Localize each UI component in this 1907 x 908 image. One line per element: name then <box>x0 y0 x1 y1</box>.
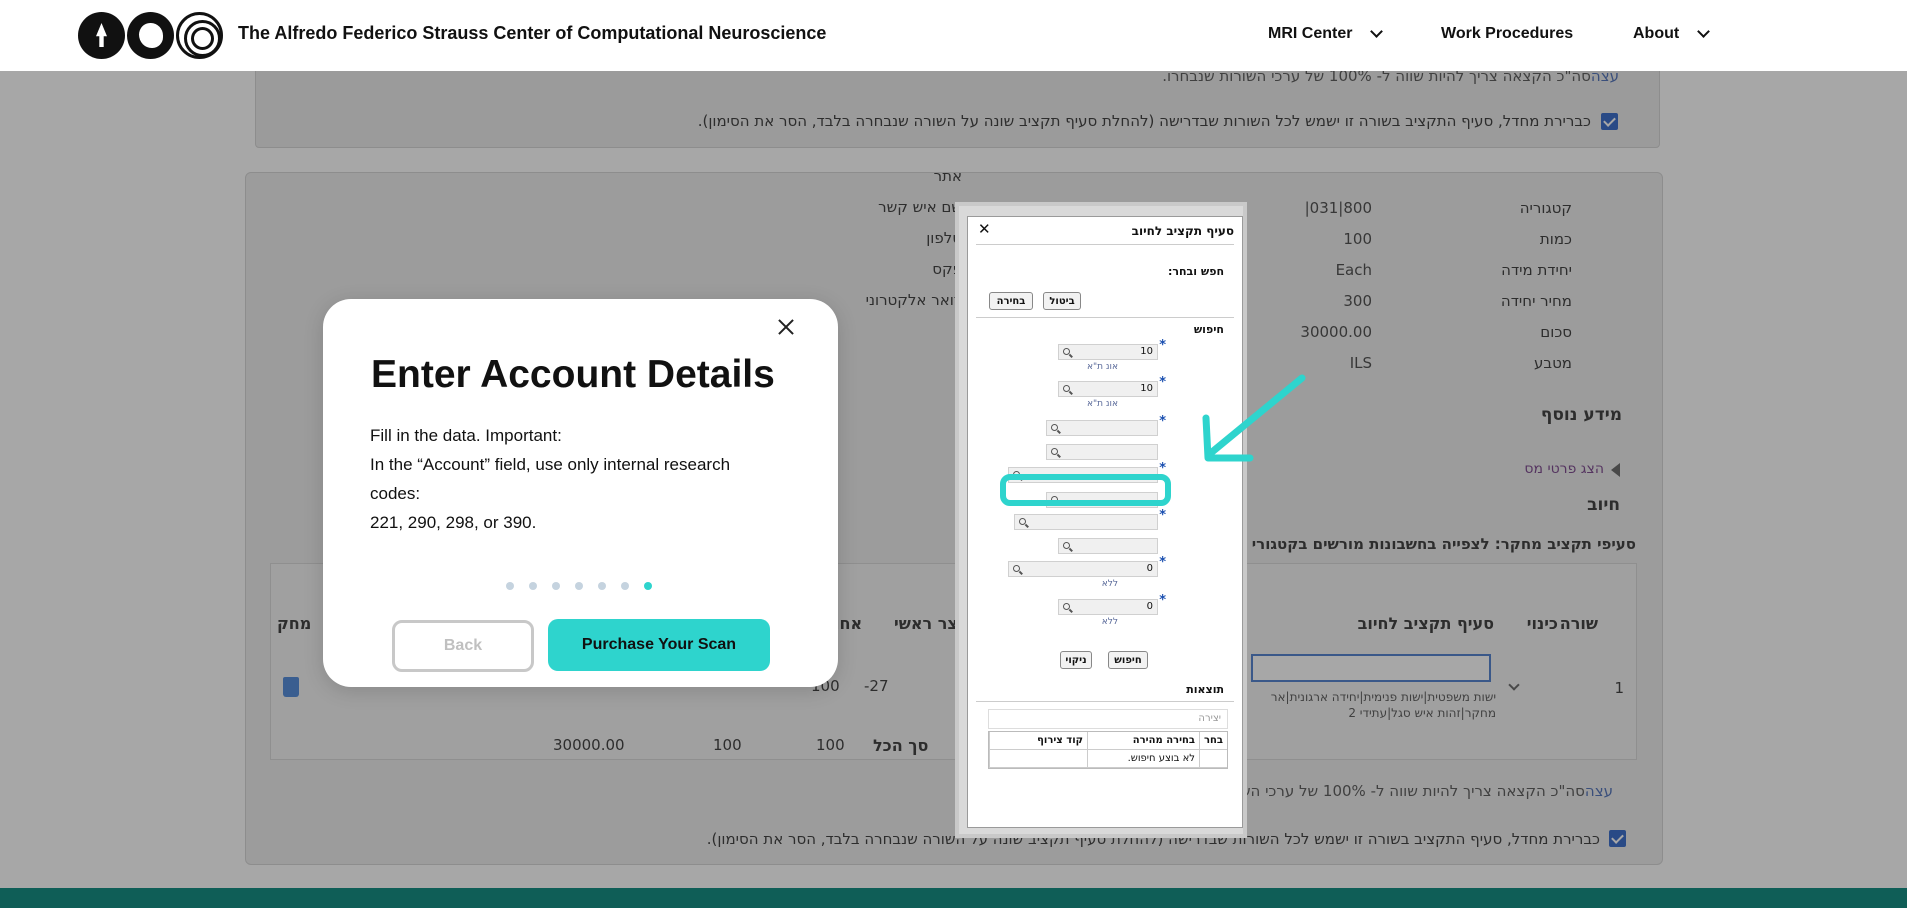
required-asterisk: * <box>1159 593 1166 608</box>
shot-field-input: 10 <box>1058 381 1158 397</box>
shot-field-input <box>1014 514 1158 530</box>
results-heading: תוצאות <box>1186 683 1224 696</box>
modal-line-2: In the “Account” field, use only interna… <box>370 455 731 503</box>
shot-field-input <box>1046 444 1158 460</box>
back-button[interactable]: Back <box>392 620 534 672</box>
step-dot[interactable] <box>552 582 560 590</box>
step-dot[interactable] <box>598 582 606 590</box>
dialog-title: סעיף תקציב לחיוב <box>1131 224 1234 238</box>
step-dot[interactable] <box>529 582 537 590</box>
shot-field-input: 0 <box>1058 599 1158 615</box>
shot-field-input: 10 <box>1058 344 1158 360</box>
purchase-scan-button[interactable]: Purchase Your Scan <box>548 619 770 671</box>
shot-field-input <box>1058 538 1158 554</box>
arrow-icon <box>1202 374 1306 462</box>
nav-mri-center[interactable]: MRI Center <box>1268 25 1384 43</box>
step-dot[interactable] <box>621 582 629 590</box>
shot-field-sub: אונ ת"א <box>1086 399 1118 409</box>
create-toolbar: יצירה <box>988 709 1228 729</box>
modal-line-1: Fill in the data. Important: <box>370 426 562 445</box>
cancel-button-shot: ביטול <box>1043 292 1081 310</box>
required-asterisk: * <box>1159 555 1166 570</box>
shot-field-sub: אונ ת"א <box>1086 362 1118 372</box>
required-asterisk: * <box>1159 508 1166 523</box>
results-table: בחר בחירה מהירה קוד צירוף לא בוצע חיפוש. <box>988 731 1228 769</box>
search-icon <box>1063 542 1070 549</box>
shot-field-input <box>1046 420 1158 436</box>
search-heading: חיפוש <box>1193 323 1224 336</box>
required-asterisk: * <box>1159 414 1166 429</box>
nav-work-procedures[interactable]: Work Procedures <box>1441 25 1573 43</box>
account-field-highlight <box>1000 474 1171 506</box>
search-select-label: חפש ובחר: <box>1167 265 1224 278</box>
search-icon <box>1063 348 1070 355</box>
modal-backdrop <box>0 71 1907 888</box>
site-header: The Alfredo Federico Strauss Center of C… <box>0 0 1907 71</box>
tutorial-screenshot: ✕ סעיף תקציב לחיוב חפש ובחר: ביטול בחירה… <box>955 202 1247 838</box>
modal-body: Fill in the data. Important: In the “Acc… <box>370 421 750 537</box>
search-button-shot: חיפוש <box>1108 651 1148 669</box>
search-icon <box>1013 565 1020 572</box>
required-asterisk: * <box>1159 338 1166 353</box>
select-button-shot: בחירה <box>989 292 1033 310</box>
shot-field-input: 0 <box>1008 561 1158 577</box>
site-title[interactable]: The Alfredo Federico Strauss Center of C… <box>238 23 826 44</box>
shot-field-sub: ללא <box>1101 617 1118 627</box>
nav-about[interactable]: About <box>1633 25 1711 43</box>
modal-title: Enter Account Details <box>371 353 775 396</box>
clear-button-shot: ניקוי <box>1060 651 1092 669</box>
search-icon <box>1063 385 1070 392</box>
logo-group[interactable] <box>78 12 223 59</box>
close-icon: ✕ <box>978 220 991 238</box>
search-icon <box>1063 603 1070 610</box>
search-icon <box>1051 448 1058 455</box>
required-asterisk: * <box>1159 375 1166 390</box>
step-indicator <box>506 582 652 590</box>
chevron-down-icon <box>1697 25 1711 38</box>
step-dot[interactable] <box>644 582 652 590</box>
search-icon <box>1051 424 1058 431</box>
search-icon <box>1019 518 1026 525</box>
tree-logo-icon <box>78 12 125 59</box>
step-dot[interactable] <box>506 582 514 590</box>
footer-bar <box>0 888 1907 908</box>
no-search-text: לא בוצע חיפוש. <box>1087 750 1199 767</box>
rings-logo-icon <box>176 12 223 59</box>
step-dot[interactable] <box>575 582 583 590</box>
budget-dialog-screenshot: ✕ סעיף תקציב לחיוב חפש ובחר: ביטול בחירה… <box>967 216 1243 828</box>
modal-line-3: 221, 290, 298, or 390. <box>370 513 537 532</box>
blob-logo-icon <box>127 12 174 59</box>
account-details-modal: Enter Account Details Fill in the data. … <box>323 299 838 687</box>
shot-field-sub: ללא <box>1101 579 1118 589</box>
chevron-down-icon <box>1370 25 1384 38</box>
close-icon[interactable] <box>772 313 800 341</box>
